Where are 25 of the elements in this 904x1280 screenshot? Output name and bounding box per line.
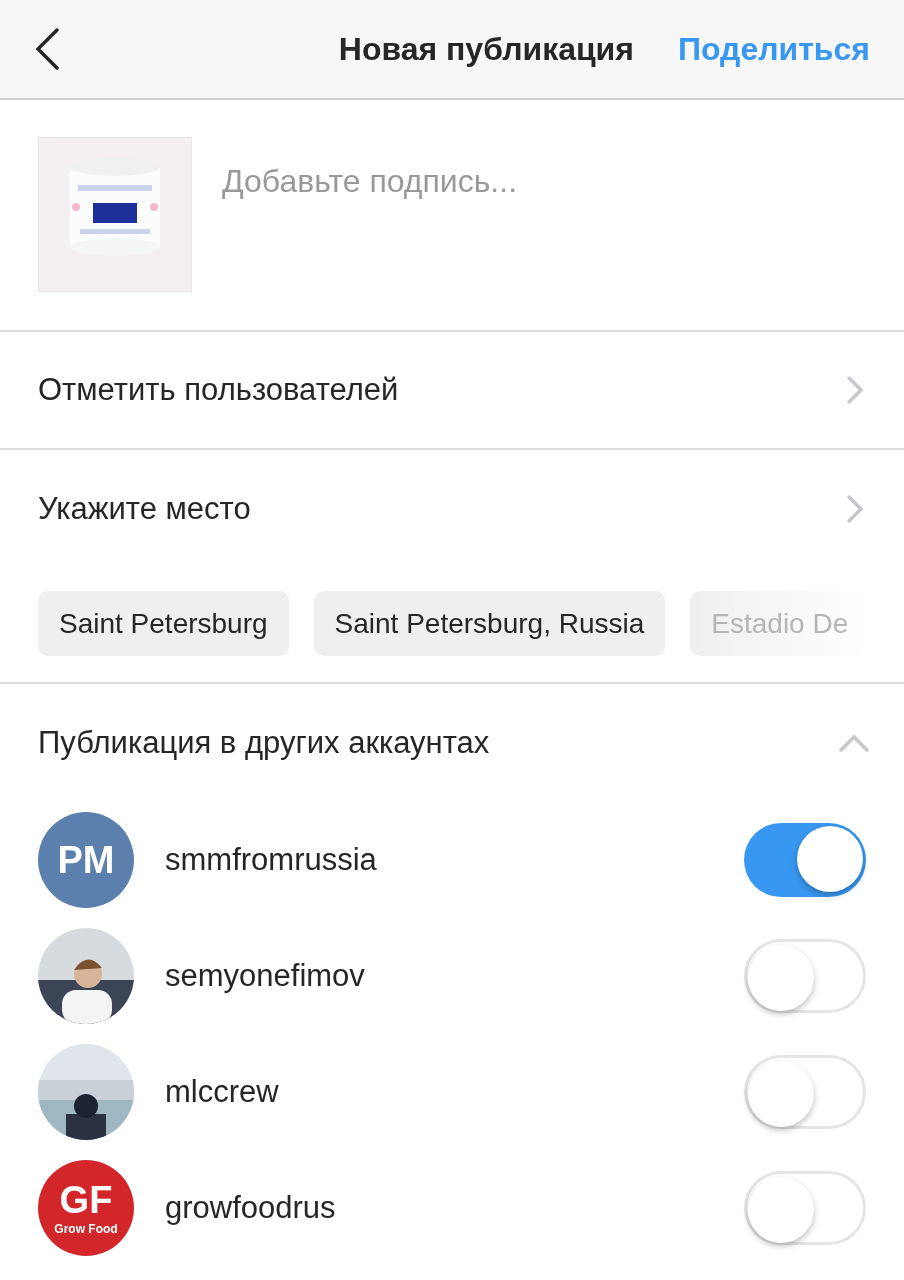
row-label: Отметить пользователей bbox=[38, 370, 399, 409]
back-icon bbox=[34, 28, 60, 70]
account-name: mlccrew bbox=[165, 1072, 280, 1111]
chevron-right-icon bbox=[846, 375, 864, 405]
location-chip[interactable]: Saint Petersburg, Russia bbox=[313, 591, 666, 656]
avatar-initials: PM bbox=[57, 841, 115, 879]
account-name: smmfromrussia bbox=[165, 840, 378, 879]
caption-field[interactable]: Добавьте подпись... bbox=[222, 157, 866, 217]
screen-title: Новая публикация bbox=[338, 30, 634, 69]
menu-row[interactable]: Отметить пользователей bbox=[0, 332, 904, 450]
avatar-initials: GF bbox=[59, 1181, 113, 1219]
account-name: semyonefimov bbox=[165, 956, 366, 995]
location-chip[interactable]: Saint Petersburg bbox=[38, 591, 289, 656]
collapse-button[interactable] bbox=[838, 733, 870, 753]
account-name: growfoodrus bbox=[165, 1188, 337, 1227]
section-title: Публикация в других аккаунтах bbox=[38, 723, 490, 762]
toggle-switch[interactable] bbox=[744, 823, 866, 897]
toggle-switch[interactable] bbox=[744, 939, 866, 1013]
menu-row[interactable]: Укажите место bbox=[0, 450, 904, 568]
toggle-switch[interactable] bbox=[744, 1171, 866, 1245]
chevron-right-icon bbox=[846, 494, 864, 524]
row-label: Укажите место bbox=[38, 489, 251, 528]
avatar-caption: Grow Food bbox=[54, 1223, 118, 1235]
toggle-switch[interactable] bbox=[744, 1055, 866, 1129]
chevron-up-icon bbox=[838, 733, 870, 753]
